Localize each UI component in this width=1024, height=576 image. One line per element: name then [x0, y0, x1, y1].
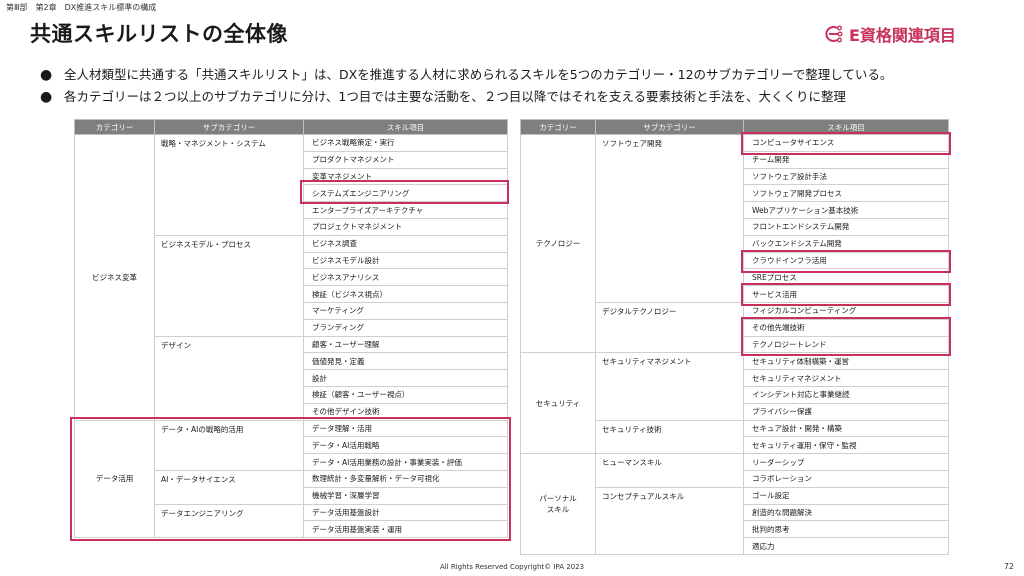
skill-cell: 批判的思考	[743, 520, 949, 539]
skill-cell: 検証（ビジネス視点）	[303, 285, 508, 303]
category-cell: セキュリティ	[520, 352, 596, 455]
skill-cell: システムズエンジニアリング	[303, 184, 508, 203]
skill-cell: ビジネスアナリシス	[303, 268, 508, 287]
skill-cell: 機械学習・深層学習	[303, 486, 508, 505]
category-cell: ビジネス変革	[74, 134, 155, 421]
subcategory-cell: データエンジニアリング	[154, 503, 304, 539]
page-number: 72	[1003, 562, 1014, 571]
subcategory-cell: デジタルテクノロジー	[595, 301, 744, 354]
skill-cell: データ理解・活用	[303, 419, 508, 438]
e-circuit-icon	[823, 24, 843, 44]
subcategory-cell: デザイン	[154, 335, 304, 421]
skill-cell: 適応力	[743, 537, 949, 555]
right-skill-table: カテゴリー サブカテゴリー スキル項目 テクノロジー ソフトウェア開発 コンピュータ…	[520, 119, 949, 555]
skill-cell: SREプロセス	[743, 268, 949, 287]
bullet-list: ● 全人材類型に共通する「共通スキルリスト」は、DXを推進する人材に求められるス…	[40, 64, 1015, 108]
bullet-item: ● 各カテゴリーは２つ以上のサブカテゴリに分け、1つ目では主要な活動を、２つ目以…	[40, 86, 1015, 108]
copyright-footer: All Rights Reserved Copyright© IPA 2023	[439, 563, 585, 571]
skill-cell: ソフトウェア開発プロセス	[743, 184, 949, 203]
skill-cell: 創造的な問題解決	[743, 503, 949, 522]
breadcrumb: 第Ⅲ部 第2章 DX推進スキル標準の構成	[6, 3, 157, 12]
category-cell: テクノロジー	[520, 133, 596, 354]
skill-cell: ビジネス戦略策定・実行	[303, 134, 508, 152]
skill-cell: エンタープライズアーキテクチャ	[303, 201, 508, 219]
skill-cell: テクノロジートレンド	[743, 335, 949, 354]
skill-cell: 顧客・ユーザー理解	[303, 335, 508, 354]
subcategory-cell: セキュリティ技術	[595, 419, 744, 455]
header-subcategory: サブカテゴリー	[595, 119, 744, 135]
skill-cell: データ・AI活用戦略	[303, 436, 508, 455]
skill-cell: コラボレーション	[743, 469, 949, 488]
table-row: セキュリティ セキュリティマネジメント セキュリティ体制構築・運営	[520, 352, 949, 455]
skill-cell: 価値発見・定義	[303, 352, 508, 371]
skill-cell: セキュリティマネジメント	[743, 369, 949, 387]
subcategory-cell: セキュリティマネジメント	[595, 352, 744, 421]
skill-cell: コンピュータサイエンス	[743, 134, 949, 152]
skill-cell: ブランディング	[303, 318, 508, 337]
skill-cell: ビジネスモデル設計	[303, 251, 508, 270]
skill-cell: リーダーシップ	[743, 453, 949, 471]
skill-cell: ビジネス調査	[303, 234, 508, 253]
header-skill: スキル項目	[303, 119, 508, 135]
bullet-item: ● 全人材類型に共通する「共通スキルリスト」は、DXを推進する人材に求められるス…	[40, 64, 1015, 86]
header-skill: スキル項目	[743, 119, 949, 135]
subcategory-cell: ヒューマンスキル	[595, 453, 744, 488]
subcategory-cell: ソフトウェア開発	[595, 134, 744, 303]
skill-cell: プライバシー保護	[743, 402, 949, 421]
skill-cell: データ活用基盤設計	[303, 503, 508, 522]
skill-cell: 検証（顧客・ユーザー視点）	[303, 385, 508, 404]
skill-cell: チーム開発	[743, 150, 949, 169]
skill-cell: データ活用基盤実装・運用	[303, 520, 508, 539]
subcategory-cell: ビジネスモデル・プロセス	[154, 234, 304, 337]
skill-cell: ソフトウェア設計手法	[743, 167, 949, 186]
skill-cell: データ・AI活用業務の設計・事業実装・評価	[303, 453, 508, 471]
skill-cell: Webアプリケーション基本技術	[743, 201, 949, 219]
bullet-text: 全人材類型に共通する「共通スキルリスト」は、DXを推進する人材に求められるスキル…	[64, 67, 893, 82]
table-row: パーソナル スキル ヒューマンスキル リーダーシップ	[520, 453, 949, 555]
subcategory-cell: データ・AIの戦略的活用	[154, 419, 304, 471]
skill-cell: 変革マネジメント	[303, 167, 508, 186]
skill-cell: プロダクトマネジメント	[303, 150, 508, 169]
page-title: 共通スキルリストの全体像	[30, 22, 288, 46]
badge-label: E資格関連項目	[849, 26, 956, 45]
skill-cell: その他先端技術	[743, 318, 949, 337]
category-cell: パーソナル スキル	[520, 453, 596, 555]
skill-cell: セキュリティ運用・保守・監視	[743, 436, 949, 455]
category-cell: データ活用	[74, 419, 155, 539]
header-category: カテゴリー	[520, 119, 596, 135]
skill-cell: プロジェクトマネジメント	[303, 217, 508, 236]
skill-cell: マーケティング	[303, 301, 508, 320]
skill-cell: セキュア設計・開発・構築	[743, 419, 949, 438]
subcategory-cell: コンセプチュアルスキル	[595, 486, 744, 555]
skill-cell: フロントエンドシステム開発	[743, 217, 949, 236]
bullet-text: 各カテゴリーは２つ以上のサブカテゴリに分け、1つ目では主要な活動を、２つ目以降で…	[64, 89, 846, 104]
bullet-dot-icon: ●	[40, 89, 53, 105]
skill-cell: セキュリティ体制構築・運営	[743, 352, 949, 371]
skill-cell: インシデント対応と事業継続	[743, 385, 949, 404]
table-row: テクノロジー ソフトウェア開発 コンピュータサイエンス	[520, 133, 949, 354]
table-row: ビジネス変革 戦略・マネジメント・システム ビジネス戦略策定・実行	[74, 134, 508, 421]
skill-cell: ゴール設定	[743, 486, 949, 505]
bullet-dot-icon: ●	[40, 67, 53, 83]
subcategory-cell: 戦略・マネジメント・システム	[154, 134, 304, 236]
skill-cell: クラウドインフラ活用	[743, 251, 949, 270]
header-subcategory: サブカテゴリー	[154, 119, 304, 135]
skill-cell: 数理統計・多変量解析・データ可視化	[303, 469, 508, 488]
skill-cell: フィジカルコンピューティング	[743, 301, 949, 320]
header-category: カテゴリー	[74, 119, 155, 135]
e-qualification-badge: E資格関連項目	[823, 22, 956, 46]
skill-cell: バックエンドシステム開発	[743, 234, 949, 253]
skill-cell: サービス活用	[743, 285, 949, 303]
left-skill-table: カテゴリー サブカテゴリー スキル項目 ビジネス変革 戦略・マネジメント・システム…	[74, 119, 508, 539]
table-row: データ活用 データ・AIの戦略的活用 データ理解・活用	[74, 419, 508, 539]
skill-cell: その他デザイン技術	[303, 402, 508, 421]
skill-cell: 設計	[303, 369, 508, 387]
subcategory-cell: AI・データサイエンス	[154, 469, 304, 505]
